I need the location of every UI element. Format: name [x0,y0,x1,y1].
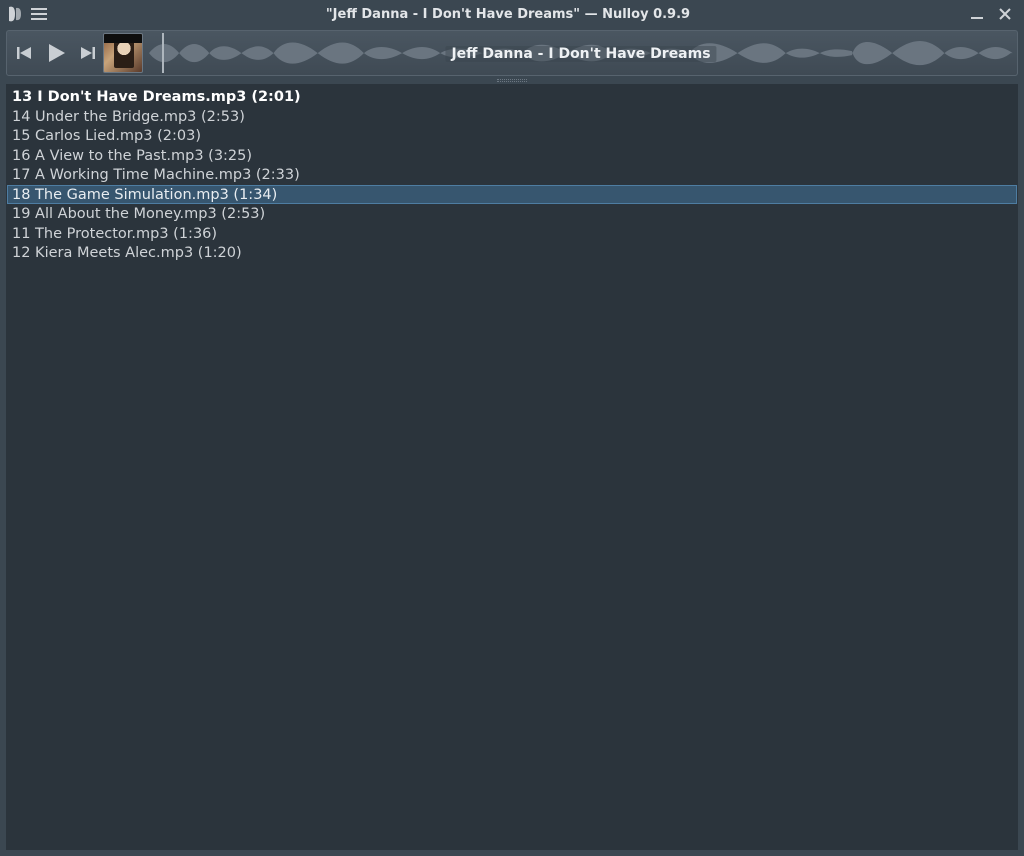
now-playing-label: Jeff Danna - I Don't Have Dreams [445,46,716,62]
playlist-item[interactable]: 13 I Don't Have Dreams.mp3 (2:01) [7,87,1017,107]
playlist-item[interactable]: 15 Carlos Lied.mp3 (2:03) [7,126,1017,146]
next-button[interactable] [73,35,101,71]
playlist-item[interactable]: 19 All About the Money.mp3 (2:53) [7,204,1017,224]
playlist[interactable]: 13 I Don't Have Dreams.mp3 (2:01)14 Unde… [6,84,1018,850]
playlist-item[interactable]: 14 Under the Bridge.mp3 (2:53) [7,107,1017,127]
album-art[interactable] [103,33,143,73]
waveform[interactable]: Jeff Danna - I Don't Have Dreams [149,33,1013,73]
titlebar[interactable]: "Jeff Danna - I Don't Have Dreams" — Nul… [0,0,1024,28]
minimize-button[interactable] [964,4,990,24]
close-button[interactable] [992,4,1018,24]
app-icon [6,5,24,23]
playlist-item[interactable]: 17 A Working Time Machine.mp3 (2:33) [7,165,1017,185]
playlist-item[interactable]: 12 Kiera Meets Alec.mp3 (1:20) [7,243,1017,263]
playlist-item[interactable]: 16 A View to the Past.mp3 (3:25) [7,146,1017,166]
window-title: "Jeff Danna - I Don't Have Dreams" — Nul… [54,7,962,22]
playlist-item[interactable]: 18 The Game Simulation.mp3 (1:34) [7,185,1017,205]
previous-button[interactable] [11,35,39,71]
app-window: "Jeff Danna - I Don't Have Dreams" — Nul… [0,0,1024,856]
splitter-grip[interactable] [0,76,1024,84]
hamburger-menu-icon[interactable] [30,5,48,23]
play-button[interactable] [39,35,73,71]
playhead[interactable] [162,33,164,73]
player-bar: Jeff Danna - I Don't Have Dreams [6,30,1018,76]
playlist-item[interactable]: 11 The Protector.mp3 (1:36) [7,224,1017,244]
